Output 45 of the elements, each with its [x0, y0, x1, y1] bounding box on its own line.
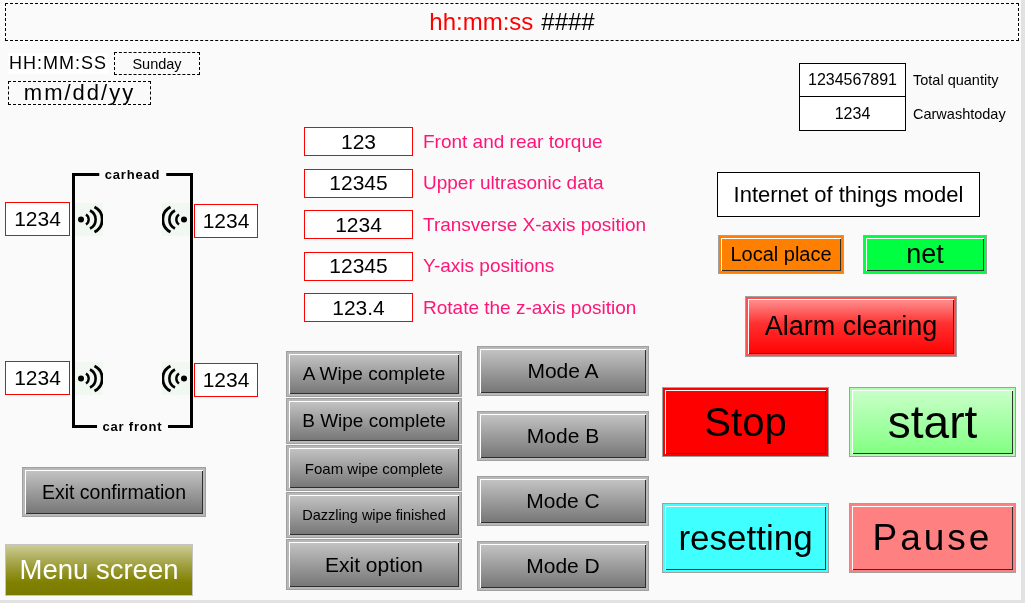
- mode-button[interactable]: Mode B: [477, 411, 649, 461]
- wipe-button[interactable]: Exit option: [286, 539, 462, 590]
- date-display: mm/dd/yy: [8, 81, 151, 105]
- counter-value: 1234: [799, 97, 906, 131]
- reading-label: Rotate the z-axis position: [423, 296, 637, 319]
- wipe-button[interactable]: Dazzling wipe finished: [286, 492, 462, 538]
- mode-button[interactable]: Mode C: [477, 476, 649, 526]
- reading-label: Y-axis positions: [423, 255, 555, 277]
- wipe-button[interactable]: Foam wipe complete: [286, 445, 462, 491]
- sensor-value: 1234: [5, 202, 70, 236]
- start-button[interactable]: start: [849, 387, 1016, 457]
- sensor-value: 1234: [194, 363, 258, 397]
- header-time: hh:mm:ss: [429, 8, 534, 36]
- time-text: HH:MM:SS: [8, 53, 108, 74]
- alarm-clear-button[interactable]: Alarm clearing: [745, 296, 957, 357]
- sensor-value: 1234: [194, 204, 258, 238]
- weekday-display: Sunday: [114, 52, 200, 75]
- net-button[interactable]: net: [863, 235, 987, 274]
- mode-button[interactable]: Mode D: [477, 541, 649, 591]
- wipe-button[interactable]: A Wipe complete: [286, 351, 462, 397]
- signal-waves-icon: [75, 362, 103, 395]
- signal-waves-icon: [75, 203, 103, 236]
- reading-value: 123: [304, 127, 413, 156]
- reading-value: 12345: [304, 251, 413, 281]
- counter-label: Total quantity: [913, 72, 1000, 88]
- reset-button[interactable]: resetting: [662, 503, 829, 573]
- reading-value: 123.4: [304, 293, 413, 322]
- wipe-button[interactable]: B Wipe complete: [286, 398, 462, 444]
- local-place-button[interactable]: Local place: [718, 235, 844, 274]
- reading-value: 1234: [304, 210, 413, 239]
- mode-button[interactable]: Mode A: [477, 346, 649, 396]
- reading-label: Front and rear torque: [423, 130, 603, 153]
- iot-mode-title: Internet of things model: [717, 172, 980, 217]
- signal-waves-icon: [162, 362, 190, 395]
- pause-button[interactable]: Pause: [849, 503, 1016, 573]
- signal-waves-icon: [162, 203, 190, 236]
- stop-button[interactable]: Stop: [662, 387, 829, 457]
- reading-value: 12345: [304, 168, 413, 198]
- counter-value: 1234567891: [799, 63, 906, 97]
- exit-confirmation-button[interactable]: Exit confirmation: [22, 467, 206, 517]
- reading-label: Transverse X-axis position: [423, 213, 647, 236]
- sensor-value: 1234: [5, 361, 70, 395]
- header-code: ####: [541, 8, 595, 36]
- counter-label: Carwashtoday: [913, 106, 1006, 122]
- reading-label: Upper ultrasonic data: [423, 172, 604, 194]
